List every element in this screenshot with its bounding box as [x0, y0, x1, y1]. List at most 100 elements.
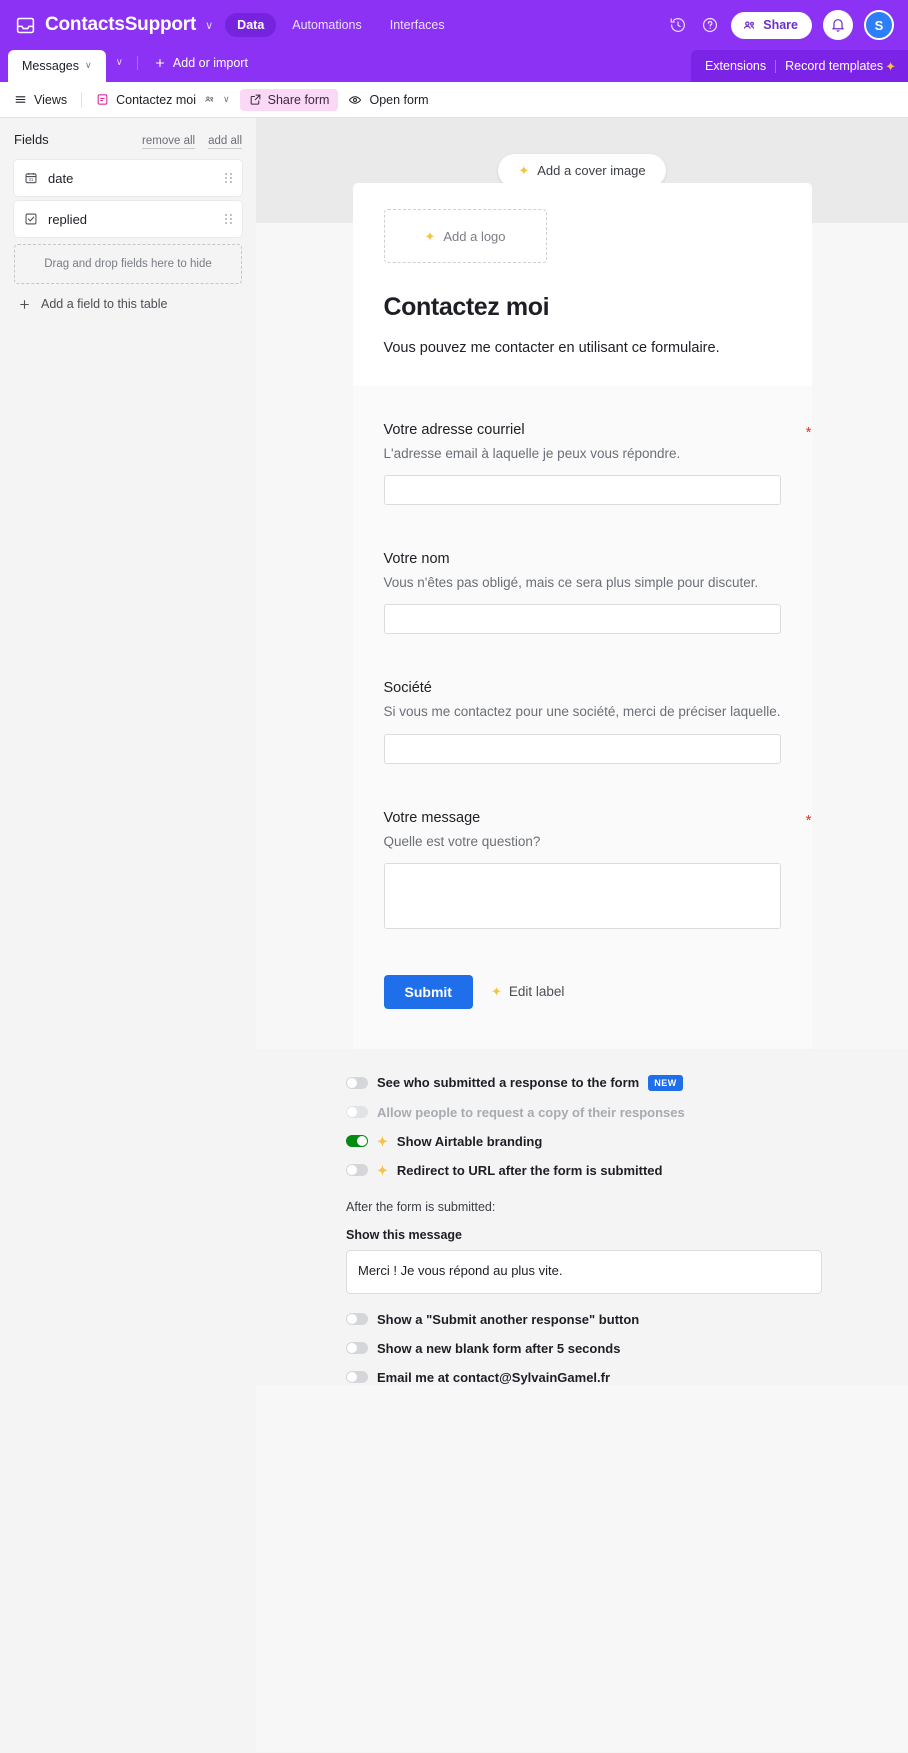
- divider: [137, 56, 138, 70]
- question-block[interactable]: Société Si vous me contactez pour une so…: [384, 680, 781, 763]
- plus-icon: [154, 57, 166, 69]
- setting-email-me[interactable]: Email me at contact@SylvainGamel.fr: [346, 1370, 822, 1385]
- sparkle-icon: ✦: [377, 1135, 388, 1148]
- current-view-button[interactable]: Contactez moi ∨: [96, 93, 230, 107]
- setting-see-who-submitted[interactable]: See who submitted a response to the form…: [346, 1075, 822, 1091]
- eye-icon: [348, 93, 362, 107]
- chevron-down-icon[interactable]: ∨: [223, 94, 230, 105]
- drag-handle-icon[interactable]: [225, 214, 232, 224]
- setting-label: Email me at contact@SylvainGamel.fr: [377, 1370, 610, 1385]
- setting-label: Allow people to request a copy of their …: [377, 1105, 685, 1120]
- add-or-import-label: Add or import: [173, 56, 248, 70]
- question-label: Votre nom: [384, 551, 781, 567]
- nav-item-automations[interactable]: Automations: [280, 13, 373, 37]
- remove-all-link[interactable]: remove all: [142, 135, 195, 149]
- sparkle-icon: ✦: [377, 1164, 388, 1177]
- form-title[interactable]: Contactez moi: [384, 293, 781, 322]
- people-icon: [742, 18, 757, 33]
- new-badge: NEW: [648, 1075, 683, 1091]
- setting-label: See who submitted a response to the form: [377, 1075, 639, 1090]
- checkbox-icon: [24, 212, 38, 226]
- question-label: Votre message: [384, 810, 781, 826]
- view-toolbar: Views Contactez moi ∨ Share form Open fo…: [0, 82, 908, 118]
- submit-row: Submit ✦ Edit label: [384, 975, 781, 1049]
- record-templates-button[interactable]: Record templates ✦: [785, 59, 896, 73]
- form-description[interactable]: Vous pouvez me contacter en utilisant ce…: [384, 340, 781, 356]
- field-row[interactable]: 31 date: [14, 160, 242, 196]
- hamburger-icon: [14, 93, 27, 106]
- share-form-label: Share form: [268, 93, 330, 107]
- question-help: Si vous me contactez pour une société, m…: [384, 703, 781, 721]
- toggle-switch[interactable]: [346, 1164, 368, 1176]
- form-canvas: ✦ Add a cover image ✦ Add a logo Contact…: [256, 118, 908, 1752]
- success-message-input[interactable]: Merci ! Je vous répond au plus vite.: [346, 1250, 822, 1294]
- form-questions: Votre adresse courriel L'adresse email à…: [353, 386, 812, 1049]
- avatar[interactable]: S: [864, 10, 894, 40]
- nav-item-data[interactable]: Data: [225, 13, 276, 37]
- open-form-label: Open form: [369, 93, 428, 107]
- toggle-switch[interactable]: [346, 1077, 368, 1089]
- toggle-switch[interactable]: [346, 1135, 368, 1147]
- question-help: L'adresse email à laquelle je peux vous …: [384, 445, 781, 463]
- add-field-label: Add a field to this table: [41, 297, 167, 311]
- sparkle-icon: ✦: [491, 985, 502, 998]
- question-block[interactable]: Votre adresse courriel L'adresse email à…: [384, 422, 781, 505]
- edit-label-button[interactable]: ✦ Edit label: [491, 984, 564, 999]
- add-all-link[interactable]: add all: [208, 135, 242, 149]
- bell-icon: [830, 17, 846, 33]
- question-block[interactable]: Votre nom Vous n'êtes pas obligé, mais c…: [384, 551, 781, 634]
- question-label: Société: [384, 680, 781, 696]
- record-templates-label: Record templates: [785, 59, 883, 73]
- question-block[interactable]: Votre message Quelle est votre question?…: [384, 810, 781, 929]
- setting-new-blank-form[interactable]: Show a new blank form after 5 seconds: [346, 1341, 822, 1356]
- extensions-button[interactable]: Extensions: [705, 59, 766, 73]
- toggle-switch[interactable]: [346, 1342, 368, 1354]
- toggle-switch[interactable]: [346, 1371, 368, 1383]
- share-button[interactable]: Share: [731, 12, 812, 39]
- submit-button[interactable]: Submit: [384, 975, 473, 1009]
- notifications-button[interactable]: [823, 10, 853, 40]
- drag-handle-icon[interactable]: [225, 173, 232, 183]
- fields-panel: Fields remove all add all 31 date: [0, 118, 256, 1752]
- main-layout: Fields remove all add all 31 date: [0, 118, 908, 1752]
- question-input[interactable]: [384, 475, 781, 505]
- question-textarea[interactable]: [384, 863, 781, 929]
- after-submit-label: After the form is submitted:: [346, 1200, 822, 1214]
- question-help: Vous n'êtes pas obligé, mais ce sera plu…: [384, 574, 781, 592]
- workspace-icon[interactable]: [14, 14, 36, 36]
- chevron-down-icon[interactable]: ∨: [85, 60, 92, 71]
- field-name: date: [48, 171, 73, 186]
- question-circle-icon[interactable]: [699, 15, 720, 36]
- open-form-button[interactable]: Open form: [348, 93, 428, 107]
- divider: [775, 60, 776, 73]
- app-title: ContactsSupport: [45, 14, 196, 36]
- share-form-button[interactable]: Share form: [240, 89, 339, 111]
- add-logo-button[interactable]: ✦ Add a logo: [384, 209, 547, 263]
- tab-messages[interactable]: Messages ∨: [8, 50, 106, 82]
- setting-label: Show Airtable branding: [397, 1134, 542, 1149]
- svg-text:31: 31: [29, 177, 34, 182]
- toggle-switch[interactable]: [346, 1313, 368, 1325]
- question-input[interactable]: [384, 734, 781, 764]
- chevron-down-icon[interactable]: ∨: [205, 19, 213, 32]
- field-row[interactable]: replied: [14, 201, 242, 237]
- toggle-switch: [346, 1106, 368, 1118]
- required-indicator: *: [806, 812, 812, 829]
- add-or-import-button[interactable]: Add or import: [142, 56, 260, 70]
- top-bar-actions: Share S: [667, 10, 894, 40]
- hide-fields-dropzone[interactable]: Drag and drop fields here to hide: [14, 244, 242, 284]
- table-list-chevron-icon[interactable]: ∨: [106, 57, 133, 68]
- setting-show-airtable-branding[interactable]: ✦ Show Airtable branding: [346, 1134, 822, 1149]
- question-input[interactable]: [384, 604, 781, 634]
- setting-submit-another-response[interactable]: Show a "Submit another response" button: [346, 1312, 822, 1327]
- views-label: Views: [34, 93, 67, 107]
- form-settings: See who submitted a response to the form…: [256, 1049, 908, 1385]
- tab-messages-label: Messages: [22, 59, 79, 73]
- views-button[interactable]: Views: [14, 93, 67, 107]
- form-icon: [96, 93, 109, 106]
- top-bar: ContactsSupport ∨ Data Automations Inter…: [0, 0, 908, 50]
- setting-redirect-url[interactable]: ✦ Redirect to URL after the form is subm…: [346, 1163, 822, 1178]
- nav-item-interfaces[interactable]: Interfaces: [378, 13, 457, 37]
- add-field-button[interactable]: Add a field to this table: [14, 284, 242, 311]
- history-clock-icon[interactable]: [667, 15, 688, 36]
